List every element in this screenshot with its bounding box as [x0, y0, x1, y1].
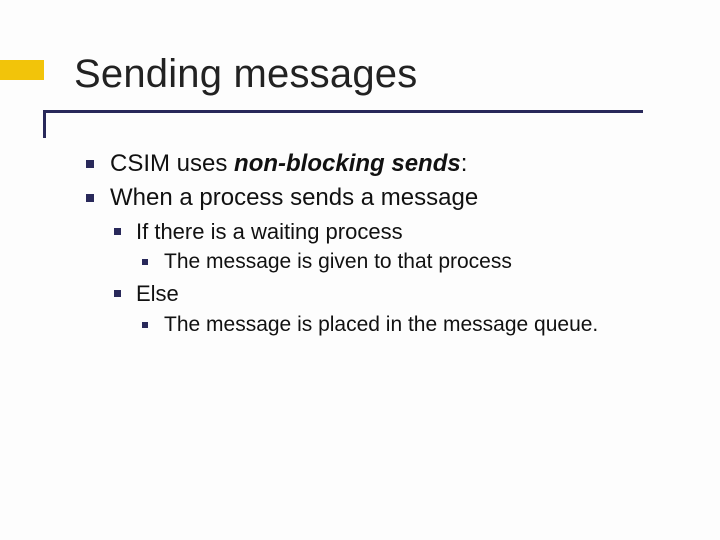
bullet-1-emph: non-blocking sends	[234, 150, 461, 177]
bullet-1: CSIM uses non-blocking sends:	[80, 148, 680, 180]
title-tick	[43, 112, 46, 138]
bullet-1-pre: CSIM uses	[110, 150, 234, 177]
title-rule	[43, 110, 643, 113]
bullet-2b: Else	[80, 279, 680, 309]
bullet-2: When a process sends a message	[80, 182, 680, 214]
bullet-2a: If there is a waiting process	[80, 217, 680, 247]
bullet-2a1: The message is given to that process	[80, 248, 680, 276]
bullet-1-post: :	[461, 150, 468, 177]
slide-body: CSIM uses non-blocking sends: When a pro…	[80, 148, 680, 341]
slide-title: Sending messages	[74, 52, 417, 97]
accent-bar	[0, 60, 44, 80]
slide: Sending messages CSIM uses non-blocking …	[0, 0, 720, 540]
bullet-2b1: The message is placed in the message que…	[80, 311, 680, 339]
